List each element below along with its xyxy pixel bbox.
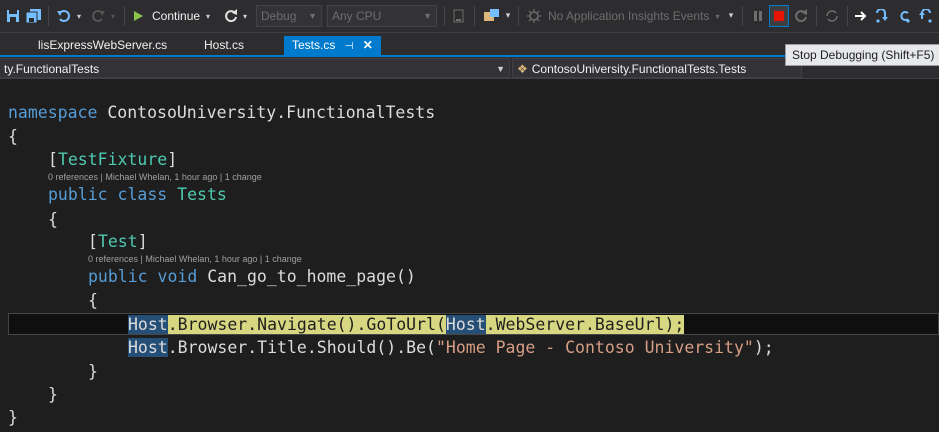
code-line: Host.Browser.Title.Should().Be("Home Pag… [128, 336, 774, 359]
namespace-name: ContosoUniversity.FunctionalTests [97, 103, 436, 122]
bracket: ] [167, 150, 178, 169]
configuration-dropdown[interactable]: Debug ▼ [256, 5, 322, 27]
codelens-class-info[interactable]: 0 references | Michael Whelan, 1 hour ag… [48, 171, 262, 183]
chevron-down-icon: ▾ [715, 11, 720, 21]
step-out-icon[interactable] [917, 5, 935, 27]
tab-host[interactable]: Host.cs [196, 36, 252, 55]
code-line: { [48, 210, 58, 229]
stop-icon [774, 11, 784, 21]
code-text: .Browser.Title.Should().Be( [167, 338, 436, 357]
codelens-method-info[interactable]: 0 references | Michael Whelan, 1 hour ag… [88, 253, 302, 265]
tab-label: Host.cs [204, 38, 245, 52]
code-line: } [88, 362, 98, 381]
restart-debug-icon[interactable] [792, 5, 810, 27]
tab-iis-express-web-server[interactable]: lisExpressWebServer.cs [30, 36, 175, 55]
attribute-name: Test [97, 232, 138, 251]
pause-icon[interactable] [749, 5, 767, 27]
class-name: Tests [177, 185, 227, 204]
code-editor[interactable]: namespace ContosoUniversity.FunctionalTe… [0, 80, 939, 432]
toolbar-separator [518, 6, 519, 26]
explorer-icon[interactable] [482, 5, 502, 27]
keyword: namespace [8, 103, 98, 122]
insights-icon [527, 9, 541, 23]
redo-icon[interactable] [88, 5, 108, 27]
bracket: ] [137, 232, 148, 251]
toolbar-separator [474, 6, 475, 26]
class-icon: ❖ [517, 62, 528, 76]
type-dropdown[interactable]: ❖ ContosoUniversity.FunctionalTests.Tests [512, 58, 802, 78]
insights-label: No Application Insights Events [548, 9, 710, 23]
toolbar-separator [124, 6, 125, 26]
bracket: [ [48, 150, 58, 169]
code-line: public class Tests [48, 183, 227, 206]
continue-dropdown-icon: ▾ [206, 11, 211, 21]
toolbar-separator [48, 6, 49, 26]
namespace-dropdown-value: ty.FunctionalTests [4, 62, 100, 76]
redo-dropdown-icon[interactable]: ▾ [108, 5, 118, 27]
step-into-icon[interactable] [873, 5, 891, 27]
undo-dropdown-icon[interactable]: ▾ [74, 5, 84, 27]
play-icon [134, 11, 143, 21]
keyword: public [88, 267, 148, 286]
code-text: .WebServer.BaseUrl); [485, 315, 685, 334]
code-line: { [88, 291, 98, 310]
close-icon[interactable]: ✕ [363, 38, 373, 52]
restart-dropdown-icon[interactable]: ▾ [240, 5, 250, 27]
chevron-down-icon: ▼ [423, 11, 432, 21]
reference-highlight: Host [445, 315, 486, 334]
reference-highlight: Host [128, 338, 168, 357]
method-signature: Can_go_to_home_page() [197, 267, 416, 286]
chevron-down-icon: ▼ [496, 64, 505, 74]
stop-debugging-tooltip: Stop Debugging (Shift+F5) [785, 44, 939, 66]
code-line: namespace ContosoUniversity.FunctionalTe… [8, 101, 435, 124]
toolbar-separator [444, 6, 445, 26]
show-next-icon[interactable] [853, 5, 869, 27]
step-over-icon[interactable] [895, 5, 913, 27]
debug-toolbar: ▾ ▾ Continue ▾ ▾ Debug ▼ Any CPU ▼ ▾ No … [0, 0, 939, 33]
platform-value: Any CPU [332, 9, 382, 23]
type-dropdown-value: ContosoUniversity.FunctionalTests.Tests [531, 62, 747, 76]
toolbar-separator [742, 6, 743, 26]
current-statement-highlight: Host.Browser.Navigate().GoToUrl(Host.Web… [128, 315, 685, 334]
code-line: { [8, 127, 18, 146]
code-line: } [48, 385, 58, 404]
code-line: public void Can_go_to_home_page() [88, 265, 416, 288]
pin-icon[interactable]: ⊣ [345, 41, 354, 52]
attach-icon[interactable] [451, 5, 467, 27]
code-text: .Browser.Navigate().GoToUrl( [167, 315, 446, 334]
code-line: [Test] [88, 230, 148, 253]
continue-label: Continue [152, 9, 201, 23]
reference-highlight: Host [128, 315, 168, 334]
continue-button[interactable]: Continue ▾ [132, 5, 220, 27]
restart-icon[interactable] [222, 5, 240, 27]
tab-label: Tests.cs [292, 38, 336, 52]
bracket: [ [88, 232, 98, 251]
tab-label: lisExpressWebServer.cs [38, 38, 168, 52]
code-text: ); [753, 338, 774, 357]
attribute-name: TestFixture [57, 150, 168, 169]
save-icon[interactable] [4, 5, 22, 27]
stop-debugging-button[interactable] [769, 5, 789, 27]
current-statement-line: Host.Browser.Navigate().GoToUrl(Host.Web… [128, 313, 685, 336]
undo-icon[interactable] [54, 5, 74, 27]
explorer-dropdown-icon[interactable]: ▾ [503, 5, 513, 27]
keyword: class [117, 185, 168, 204]
save-all-icon[interactable] [24, 5, 44, 27]
string-literal: "Home Page - Contoso University" [435, 338, 754, 357]
code-line: } [8, 408, 18, 427]
application-insights-dropdown[interactable]: No Application Insights Events ▾ [526, 5, 722, 27]
keyword: void [157, 267, 198, 286]
namespace-dropdown[interactable]: ty.FunctionalTests ▼ [0, 58, 510, 78]
configuration-value: Debug [261, 9, 297, 23]
chevron-down-icon: ▼ [308, 11, 317, 21]
insights-extra-dropdown-icon[interactable]: ▾ [726, 5, 736, 27]
toolbar-separator [816, 6, 817, 26]
code-line: [TestFixture] [48, 148, 177, 171]
tab-tests[interactable]: Tests.cs ⊣ ✕ [284, 36, 381, 55]
platform-dropdown[interactable]: Any CPU ▼ [327, 5, 437, 27]
refresh-icon[interactable] [822, 5, 842, 27]
toolbar-separator [847, 6, 848, 26]
keyword: public [48, 185, 108, 204]
